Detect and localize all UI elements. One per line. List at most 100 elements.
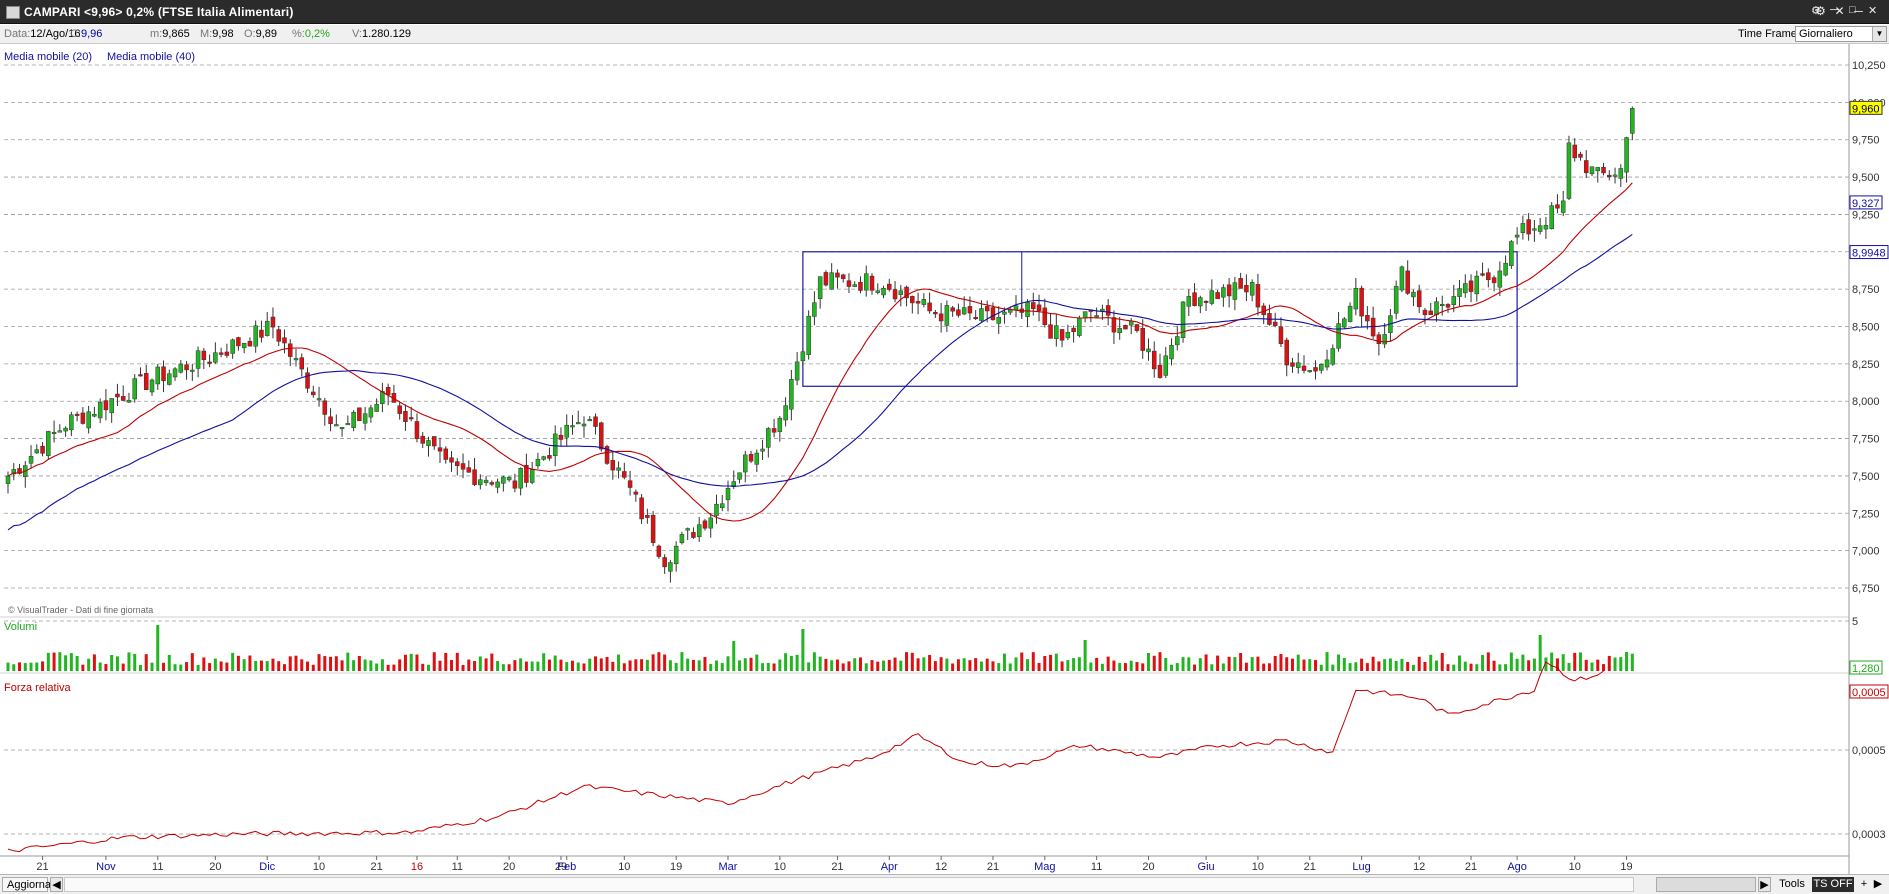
volume-bar — [1417, 656, 1421, 671]
maximize-icon[interactable]: □ — [1849, 4, 1856, 16]
candle — [1618, 168, 1624, 179]
candle — [1399, 266, 1405, 291]
candle — [1376, 334, 1382, 344]
more-arrow-icon[interactable]: ▶ — [1872, 877, 1884, 892]
volume-bar — [1527, 660, 1531, 671]
candle — [368, 407, 374, 418]
volume-bar — [755, 654, 759, 671]
horizontal-scrollbar[interactable] — [64, 877, 1634, 892]
volume-bar — [588, 658, 592, 671]
candle — [771, 428, 777, 433]
volume-bar — [1164, 657, 1168, 671]
candle — [1457, 288, 1462, 297]
scrollbar-thumb[interactable] — [1656, 877, 1756, 892]
volume-bar — [1043, 655, 1047, 671]
volume-bar — [311, 664, 315, 671]
volume-bar — [887, 659, 891, 671]
candle — [1583, 160, 1589, 174]
volume-bar — [1319, 664, 1323, 671]
scroll-left-button[interactable]: ◀ — [50, 877, 63, 892]
bottom-toolbar: Aggiorna ◀ ▶ Tools TS OFF + ▶ — [0, 874, 1889, 894]
refresh-button[interactable]: Aggiorna — [2, 877, 51, 892]
volume-bar — [415, 654, 419, 671]
candle — [961, 307, 967, 315]
candle — [161, 366, 166, 382]
candle — [863, 273, 869, 291]
candle — [1566, 142, 1572, 199]
candle — [126, 399, 132, 403]
candle — [1549, 205, 1554, 230]
volume-bar — [398, 659, 402, 671]
candle — [921, 299, 927, 305]
volume-bar — [421, 663, 425, 671]
volume-bar — [1423, 661, 1427, 671]
volume-bar — [329, 656, 333, 671]
x-tick-label: Nov — [96, 861, 116, 873]
volume-bar — [150, 662, 154, 671]
price-chart[interactable]: 6,750 7,000 7,250 7,500 7,750 8,000 8,250 8,500… — [0, 44, 1889, 874]
volume-bar — [830, 660, 834, 671]
candle — [1048, 324, 1053, 339]
volume-bar — [686, 658, 690, 671]
volume-bar — [645, 659, 649, 671]
settings-icon[interactable]: ⚙ — [1811, 4, 1821, 17]
volume-bar — [1129, 660, 1133, 671]
volume-bar — [242, 659, 246, 671]
ts-off-button[interactable]: TS OFF — [1812, 877, 1854, 892]
volume-bar — [1072, 658, 1076, 671]
volume-bar — [1550, 652, 1554, 671]
scroll-right-button[interactable]: ▶ — [1758, 877, 1771, 892]
volume-bar — [1440, 652, 1444, 671]
volume-bar — [1596, 659, 1600, 671]
volume-bar — [1089, 662, 1093, 671]
volume-bar — [1002, 653, 1006, 671]
minimize-icon[interactable]: ─ — [1830, 4, 1838, 16]
volume-bar — [668, 660, 672, 671]
candle — [1307, 370, 1313, 373]
candle — [691, 532, 696, 538]
candle — [898, 290, 904, 295]
candle — [910, 296, 915, 304]
volume-bar — [334, 656, 338, 671]
volume-bar — [473, 660, 477, 671]
tools-button[interactable]: Tools — [1776, 877, 1808, 892]
y-tick-label: 9,500 — [1852, 172, 1880, 184]
volume-bar — [1578, 652, 1582, 671]
candle — [403, 411, 408, 422]
candle — [293, 358, 299, 361]
volume-bar — [461, 664, 465, 671]
candle — [1272, 321, 1278, 326]
close-icon[interactable]: ✕ — [1868, 4, 1877, 17]
candle — [207, 361, 212, 364]
volume-bar — [156, 625, 160, 671]
volume-bar — [1458, 655, 1462, 671]
volume-bar — [208, 663, 212, 671]
volume-bar — [547, 659, 551, 671]
volume-bar — [1175, 663, 1179, 671]
candle — [1532, 228, 1537, 231]
volume-bar — [1204, 654, 1208, 671]
volume-bar — [1250, 657, 1254, 671]
volume-bar — [559, 659, 563, 671]
candle — [1445, 304, 1451, 308]
candle — [973, 317, 978, 320]
volume-bar — [317, 654, 321, 671]
quote-info-bar: Data:12/Ago/16 C:9,96 m:9,865 M:9,98 O:9… — [0, 25, 1889, 44]
volume-bar — [23, 663, 27, 671]
x-tick-label: 10 — [1252, 861, 1264, 873]
volume-bar — [41, 661, 45, 671]
candle — [455, 461, 460, 467]
candle — [1082, 311, 1088, 319]
x-tick-label: 10 — [618, 861, 630, 873]
volume-bar — [628, 660, 632, 671]
volume-bar — [835, 659, 839, 671]
volume-bar — [697, 660, 701, 671]
volume-bar — [870, 660, 874, 671]
timeframe-select[interactable]: Giornaliero ▼ — [1795, 26, 1887, 42]
candle — [887, 283, 892, 290]
volume-bar — [1267, 663, 1271, 671]
candle — [241, 342, 247, 349]
add-button[interactable]: + — [1858, 877, 1870, 892]
volume-bar — [455, 652, 459, 671]
volume-bar — [1054, 653, 1058, 671]
